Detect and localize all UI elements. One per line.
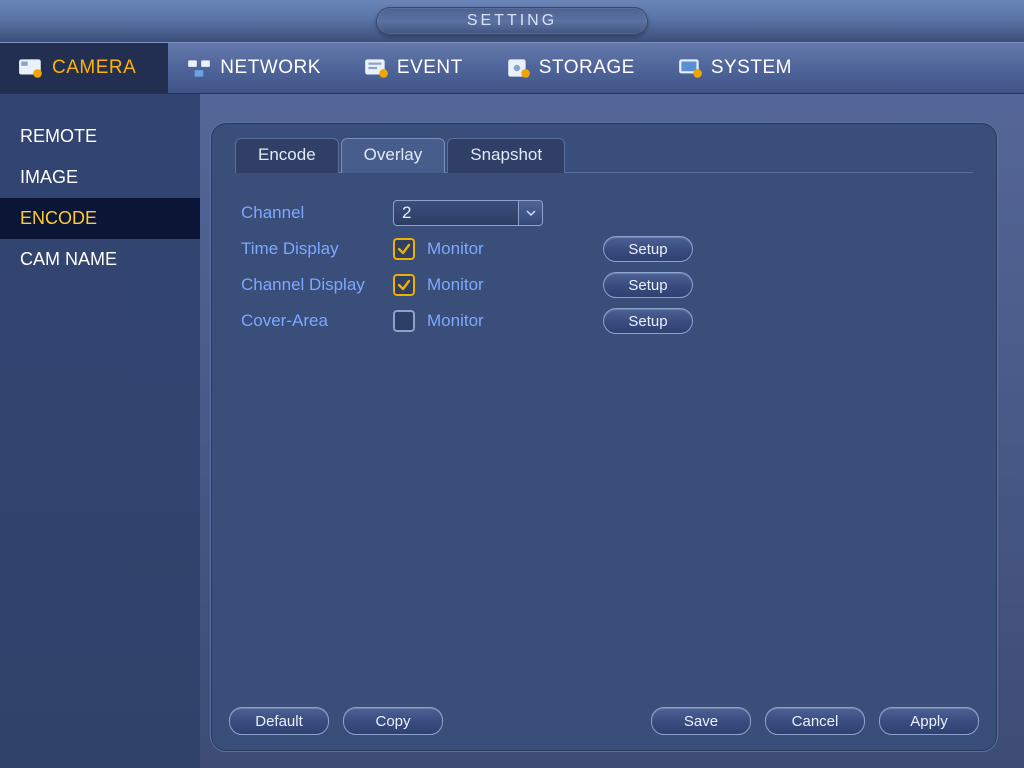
tab-label: SYSTEM: [711, 57, 792, 79]
channel-select-value: 2: [402, 203, 411, 223]
check-icon: [397, 242, 411, 256]
sidebar-item-image[interactable]: IMAGE: [0, 157, 200, 198]
window-title: SETTING: [376, 7, 648, 35]
tab-label: EVENT: [397, 57, 463, 79]
channel-display-checkbox[interactable]: [393, 274, 415, 296]
monitor-label: Monitor: [427, 275, 484, 295]
cancel-button[interactable]: Cancel: [765, 707, 865, 735]
time-display-checkbox[interactable]: [393, 238, 415, 260]
network-icon: [186, 57, 212, 79]
footer-buttons: Default Copy Save Cancel Apply: [229, 707, 979, 735]
subtab-overlay[interactable]: Overlay: [341, 138, 446, 173]
tab-camera[interactable]: CAMERA: [0, 43, 168, 93]
check-icon: [397, 278, 411, 292]
copy-button[interactable]: Copy: [343, 707, 443, 735]
camera-icon: [18, 57, 44, 79]
title-bar: SETTING: [0, 0, 1024, 42]
event-icon: [363, 57, 389, 79]
sub-tabs: Encode Overlay Snapshot: [235, 137, 979, 172]
sidebar-item-camname[interactable]: CAM NAME: [0, 239, 200, 280]
cover-area-label: Cover-Area: [241, 311, 393, 331]
channel-label: Channel: [241, 203, 393, 223]
apply-button[interactable]: Apply: [879, 707, 979, 735]
storage-icon: [505, 57, 531, 79]
monitor-label: Monitor: [427, 239, 484, 259]
time-display-setup-button[interactable]: Setup: [603, 236, 693, 262]
subtab-encode[interactable]: Encode: [235, 138, 339, 173]
tab-label: STORAGE: [539, 57, 635, 79]
settings-panel: Encode Overlay Snapshot Channel 2: [210, 122, 998, 752]
channel-display-setup-button[interactable]: Setup: [603, 272, 693, 298]
tab-label: NETWORK: [220, 57, 321, 79]
time-display-label: Time Display: [241, 239, 393, 259]
tab-storage[interactable]: STORAGE: [487, 43, 659, 93]
channel-select[interactable]: 2: [393, 200, 543, 226]
channel-display-label: Channel Display: [241, 275, 393, 295]
monitor-label: Monitor: [427, 311, 484, 331]
main-tabs: CAMERA NETWORK EVENT STORAGE SYSTEM: [0, 42, 1024, 94]
cover-area-checkbox[interactable]: [393, 310, 415, 332]
chevron-down-icon: [518, 201, 542, 225]
sidebar-item-encode[interactable]: ENCODE: [0, 198, 200, 239]
sidebar: REMOTE IMAGE ENCODE CAM NAME: [0, 94, 200, 768]
default-button[interactable]: Default: [229, 707, 329, 735]
cover-area-setup-button[interactable]: Setup: [603, 308, 693, 334]
tab-system[interactable]: SYSTEM: [659, 43, 816, 93]
tab-label: CAMERA: [52, 57, 136, 79]
overlay-form: Channel 2 Time Display: [241, 195, 979, 339]
tab-network[interactable]: NETWORK: [168, 43, 345, 93]
save-button[interactable]: Save: [651, 707, 751, 735]
system-icon: [677, 57, 703, 79]
subtab-snapshot[interactable]: Snapshot: [447, 138, 565, 173]
tab-event[interactable]: EVENT: [345, 43, 487, 93]
sidebar-item-remote[interactable]: REMOTE: [0, 116, 200, 157]
